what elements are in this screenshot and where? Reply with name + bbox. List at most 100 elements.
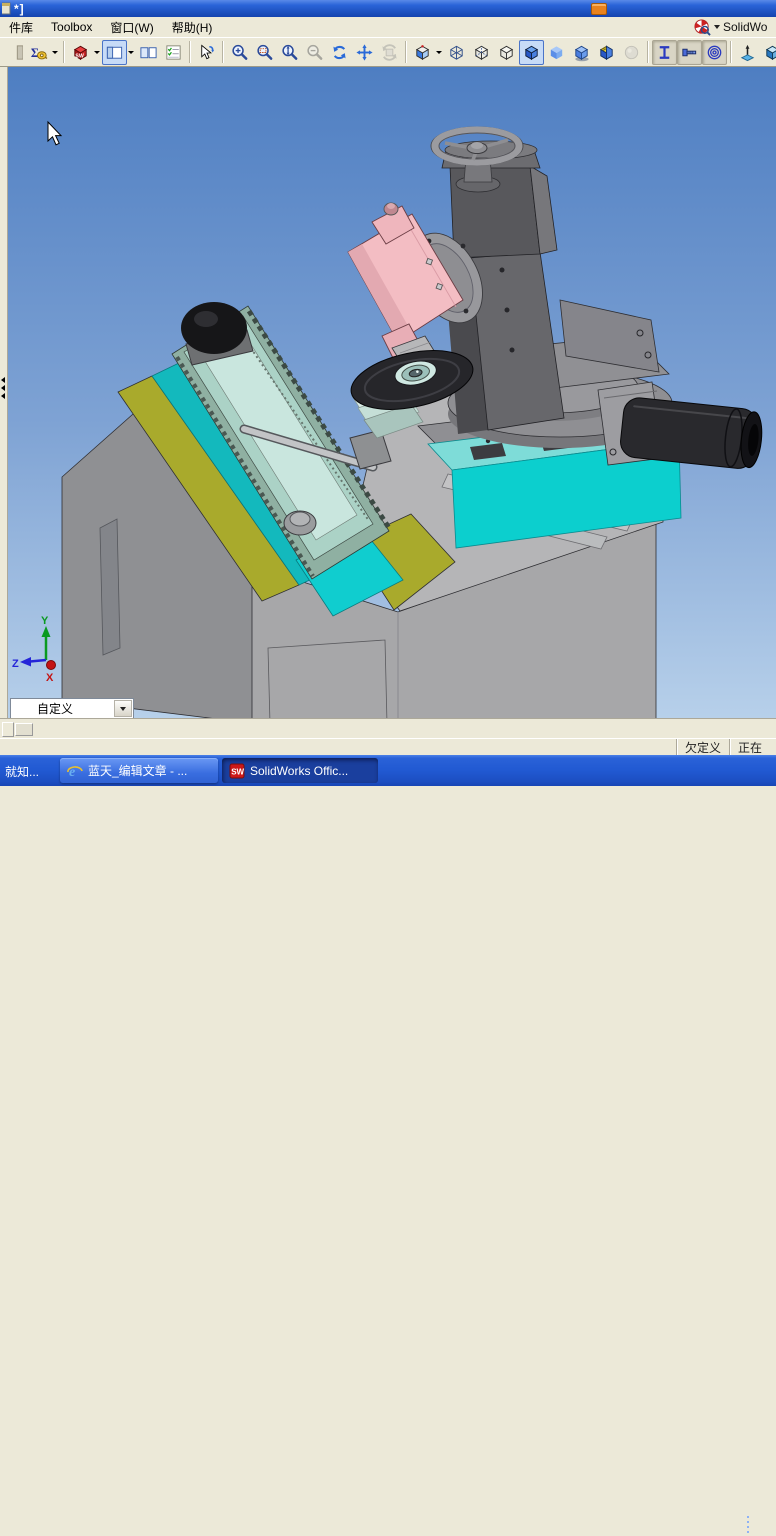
rotate-view-icon bbox=[330, 43, 349, 62]
options-list-button[interactable] bbox=[161, 40, 186, 65]
toolbar-separator bbox=[405, 41, 407, 63]
options-list-icon bbox=[164, 43, 183, 62]
select-tool-button[interactable] bbox=[194, 40, 219, 65]
panel-layout-button[interactable] bbox=[102, 40, 127, 65]
zoom-out-icon bbox=[305, 43, 324, 62]
zoom-in-button[interactable] bbox=[227, 40, 252, 65]
model-canvas[interactable]: Y Z X bbox=[8, 67, 776, 718]
view-selector-value: 自定义 bbox=[11, 700, 73, 717]
status-definition-state: 欠定义 bbox=[676, 739, 729, 756]
select-tool-icon bbox=[197, 43, 216, 62]
solidworks-search-icon bbox=[694, 19, 711, 36]
menu-help[interactable]: 帮助(H) bbox=[163, 17, 222, 38]
shadows-mode-icon bbox=[572, 43, 591, 62]
dropdown-arrow-icon[interactable] bbox=[128, 51, 134, 54]
panel-expand-arrows[interactable] bbox=[1, 377, 5, 399]
two-pane-view-button[interactable] bbox=[136, 40, 161, 65]
horizontal-scroll-strip[interactable] bbox=[0, 718, 776, 738]
solidworks-resources-button[interactable]: SW bbox=[68, 40, 93, 65]
realview-button bbox=[619, 40, 644, 65]
dome-cover[interactable] bbox=[181, 302, 247, 354]
shadows-mode-button[interactable] bbox=[569, 40, 594, 65]
zoom-fit-button[interactable] bbox=[277, 40, 302, 65]
title-bar: *] bbox=[0, 0, 776, 17]
scroll-corner[interactable] bbox=[15, 723, 33, 736]
taskbar-button-browser[interactable]: e 蓝天_编辑文章 - ... bbox=[60, 758, 218, 783]
solidworks-icon: SW bbox=[229, 763, 245, 779]
measure-tool-icon: Σ bbox=[29, 43, 48, 62]
toolbar-separator bbox=[730, 41, 732, 63]
view-selector[interactable]: 自定义 bbox=[10, 698, 134, 718]
dropdown-arrow-icon[interactable] bbox=[52, 51, 58, 54]
shaded-with-edges-mode-button[interactable] bbox=[519, 40, 544, 65]
section-view-button[interactable] bbox=[594, 40, 619, 65]
dropdown-arrow-icon[interactable] bbox=[436, 51, 442, 54]
solidworks-search-label: SolidWo bbox=[723, 20, 767, 34]
weldment-profile-button[interactable] bbox=[652, 40, 677, 65]
tailstock-cylinder[interactable] bbox=[598, 382, 764, 471]
hidden-lines-removed-mode-button[interactable] bbox=[494, 40, 519, 65]
two-pane-view-icon bbox=[139, 43, 158, 62]
hidden-lines-visible-mode-button[interactable] bbox=[469, 40, 494, 65]
view-orientation-button[interactable] bbox=[410, 40, 435, 65]
reference-axis-button[interactable] bbox=[735, 40, 760, 65]
window-title: *] bbox=[2, 2, 25, 16]
toolbar-separator bbox=[63, 41, 65, 63]
view-orientation-icon bbox=[413, 43, 432, 62]
dropdown-arrow-icon[interactable] bbox=[94, 51, 100, 54]
triad-y-label: Y bbox=[41, 615, 49, 627]
pane-splitter-handle[interactable] bbox=[2, 722, 14, 737]
rotate-scene-icon bbox=[380, 43, 399, 62]
taskbar-button-solidworks[interactable]: SW SolidWorks Offic... bbox=[222, 758, 378, 783]
taskbar-separator-dots bbox=[747, 1516, 749, 1536]
zoom-area-icon bbox=[255, 43, 274, 62]
realview-icon bbox=[622, 43, 641, 62]
view-cube-shaded-icon bbox=[763, 43, 776, 62]
window-title-text: *] bbox=[14, 2, 25, 16]
status-editing-state: 正在 bbox=[729, 739, 776, 756]
clipped-icon-button[interactable] bbox=[1, 40, 26, 65]
graphics-viewport[interactable]: Y Z X 自定义 bbox=[8, 67, 776, 718]
zoom-out-button bbox=[302, 40, 327, 65]
taskbar-overflow-label[interactable]: 就知... bbox=[5, 763, 39, 780]
svg-text:SW: SW bbox=[75, 53, 83, 59]
spring-tool-icon bbox=[705, 43, 724, 62]
view-selector-dropdown-button[interactable] bbox=[114, 700, 132, 717]
reference-axis-icon bbox=[738, 43, 757, 62]
shaded-mode-icon bbox=[547, 43, 566, 62]
hidden-lines-visible-mode-icon bbox=[472, 43, 491, 62]
menu-toolbox[interactable]: Toolbox bbox=[42, 18, 101, 36]
panel-splitter[interactable] bbox=[0, 67, 8, 718]
clipped-icon-icon bbox=[4, 43, 23, 62]
ie-icon: e bbox=[67, 763, 83, 779]
rotate-scene-button bbox=[377, 40, 402, 65]
triad-x-label: X bbox=[46, 672, 54, 684]
zoom-in-icon bbox=[230, 43, 249, 62]
weldment-profile-icon bbox=[655, 43, 674, 62]
menu-bar: 件库 Toolbox 窗口(W) 帮助(H) SolidWo bbox=[0, 17, 776, 37]
spring-tool-button[interactable] bbox=[702, 40, 727, 65]
taskbar-button-label: 蓝天_编辑文章 - ... bbox=[88, 762, 187, 779]
status-bar: 欠定义 正在 bbox=[0, 738, 776, 756]
hidden-lines-removed-mode-icon bbox=[497, 43, 516, 62]
main-toolbar: Σ SW bbox=[0, 37, 776, 67]
smart-fastener-button[interactable] bbox=[677, 40, 702, 65]
pan-view-button[interactable] bbox=[352, 40, 377, 65]
chevron-down-icon bbox=[120, 707, 126, 711]
orientation-triad: Y Z X bbox=[12, 615, 56, 684]
rotate-view-button[interactable] bbox=[327, 40, 352, 65]
view-cube-shaded-button[interactable] bbox=[760, 40, 776, 65]
chevron-down-icon bbox=[714, 25, 720, 29]
svg-text:SW: SW bbox=[231, 767, 244, 776]
menu-window[interactable]: 窗口(W) bbox=[101, 17, 162, 38]
section-view-icon bbox=[597, 43, 616, 62]
solidworks-search[interactable]: SolidWo bbox=[694, 17, 776, 37]
solidworks-resources-icon: SW bbox=[71, 43, 90, 62]
zoom-area-button[interactable] bbox=[252, 40, 277, 65]
wireframe-mode-button[interactable] bbox=[444, 40, 469, 65]
pan-view-icon bbox=[355, 43, 374, 62]
triad-z-label: Z bbox=[12, 658, 19, 670]
shaded-mode-button[interactable] bbox=[544, 40, 569, 65]
menu-parts-library[interactable]: 件库 bbox=[0, 17, 42, 38]
measure-tool-button[interactable]: Σ bbox=[26, 40, 51, 65]
